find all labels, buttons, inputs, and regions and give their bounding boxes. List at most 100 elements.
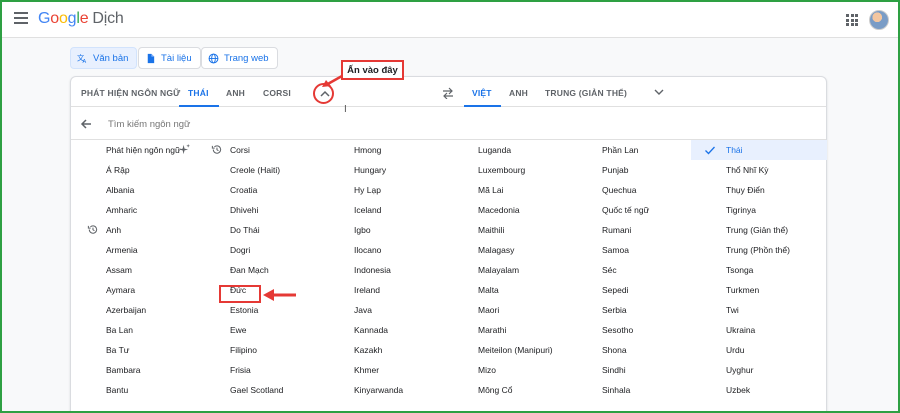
language-item[interactable]: Sindhi <box>567 360 691 380</box>
tab-source-thai[interactable]: THÁI <box>188 88 209 98</box>
language-item[interactable]: Kinyarwanda <box>319 380 443 400</box>
language-item[interactable]: Aymara <box>71 280 195 300</box>
language-item[interactable]: Creole (Haiti) <box>195 160 319 180</box>
language-item[interactable]: Mã Lai <box>443 180 567 200</box>
language-item-selected[interactable]: Thái <box>691 140 827 160</box>
language-item[interactable]: Gael Scotland <box>195 380 319 400</box>
language-item[interactable]: Á Rập <box>71 160 195 180</box>
tab-source-english[interactable]: ANH <box>226 88 245 98</box>
language-item[interactable]: Dogri <box>195 240 319 260</box>
language-item[interactable]: Phần Lan <box>567 140 691 160</box>
language-item[interactable]: Luganda <box>443 140 567 160</box>
language-item[interactable]: Uyghur <box>691 360 827 380</box>
apps-grid-icon[interactable] <box>846 14 858 26</box>
language-label: Tigrinya <box>726 205 756 215</box>
language-item[interactable]: Luxembourg <box>443 160 567 180</box>
language-item[interactable]: Hmong <box>319 140 443 160</box>
language-item[interactable]: Phát hiện ngôn ngữ <box>71 140 195 160</box>
language-item[interactable]: Rumani <box>567 220 691 240</box>
language-item[interactable]: Ireland <box>319 280 443 300</box>
language-item[interactable]: Ba Tư <box>71 340 195 360</box>
language-item[interactable]: Trung (Phồn thể) <box>691 240 827 260</box>
language-item[interactable]: Sesotho <box>567 320 691 340</box>
language-item[interactable]: Macedonia <box>443 200 567 220</box>
history-icon <box>87 225 98 234</box>
language-item[interactable]: Khmer <box>319 360 443 380</box>
language-item[interactable]: Croatia <box>195 180 319 200</box>
language-item[interactable]: Kannada <box>319 320 443 340</box>
language-item[interactable]: Malta <box>443 280 567 300</box>
menu-icon[interactable] <box>14 12 28 24</box>
language-item[interactable]: Sinhala <box>567 380 691 400</box>
language-item[interactable]: Shona <box>567 340 691 360</box>
language-item[interactable]: Serbia <box>567 300 691 320</box>
language-item[interactable]: Assam <box>71 260 195 280</box>
language-item[interactable]: Azerbaijan <box>71 300 195 320</box>
language-item[interactable]: Tsonga <box>691 260 827 280</box>
app-logo[interactable]: Google Dịch <box>38 10 124 28</box>
language-item[interactable]: Samoa <box>567 240 691 260</box>
language-item[interactable]: Filipino <box>195 340 319 360</box>
language-item[interactable]: Ba Lan <box>71 320 195 340</box>
language-item[interactable]: Séc <box>567 260 691 280</box>
language-item[interactable]: Tigrinya <box>691 200 827 220</box>
language-item[interactable]: Ewe <box>195 320 319 340</box>
language-item[interactable]: Twi <box>691 300 827 320</box>
tab-detect-language[interactable]: PHÁT HIỆN NGÔN NGỮ <box>81 88 180 98</box>
tab-source-corsi[interactable]: CORSI <box>263 88 291 98</box>
language-item[interactable]: Maithili <box>443 220 567 240</box>
tab-target-english[interactable]: ANH <box>509 88 528 98</box>
language-item[interactable]: Mông Cổ <box>443 380 567 400</box>
language-item[interactable]: Thụy Điển <box>691 180 827 200</box>
tab-target-vietnamese[interactable]: VIỆT <box>472 88 492 98</box>
tab-target-chinese-simplified[interactable]: TRUNG (GIẢN THỂ) <box>545 88 627 98</box>
language-item[interactable]: Đan Mạch <box>195 260 319 280</box>
language-item[interactable]: Kazakh <box>319 340 443 360</box>
language-item[interactable]: Meiteilon (Manipuri) <box>443 340 567 360</box>
mode-text-button[interactable]: 文 A Văn bản <box>70 47 138 69</box>
language-item[interactable]: Uzbek <box>691 380 827 400</box>
language-item[interactable]: Marathi <box>443 320 567 340</box>
language-item[interactable]: Dhivehi <box>195 200 319 220</box>
language-item[interactable]: Anh <box>71 220 195 240</box>
language-label: Ilocano <box>354 245 382 255</box>
language-item[interactable]: Bantu <box>71 380 195 400</box>
language-item[interactable]: Hungary <box>319 160 443 180</box>
language-item[interactable]: Do Thái <box>195 220 319 240</box>
language-item[interactable]: Ilocano <box>319 240 443 260</box>
swap-languages-icon[interactable] <box>441 87 455 99</box>
mode-website-button[interactable]: Trang web <box>201 47 278 69</box>
language-item[interactable]: Estonia <box>195 300 319 320</box>
language-item[interactable]: Igbo <box>319 220 443 240</box>
language-item[interactable]: Quốc tế ngữ <box>567 200 691 220</box>
language-item[interactable]: Java <box>319 300 443 320</box>
chevron-down-icon[interactable] <box>653 86 665 98</box>
language-item[interactable]: Thổ Nhĩ Kỳ <box>691 160 827 180</box>
language-item[interactable]: Amharic <box>71 200 195 220</box>
language-item[interactable]: Indonesia <box>319 260 443 280</box>
language-item[interactable]: Urdu <box>691 340 827 360</box>
back-arrow-icon[interactable] <box>79 117 93 131</box>
language-item[interactable]: Malagasy <box>443 240 567 260</box>
language-item[interactable]: Bambara <box>71 360 195 380</box>
avatar[interactable] <box>869 10 889 30</box>
language-item[interactable]: Quechua <box>567 180 691 200</box>
mode-document-button[interactable]: Tài liệu <box>138 47 201 69</box>
annotation-box <box>219 285 261 303</box>
language-item[interactable]: Malayalam <box>443 260 567 280</box>
language-item[interactable]: Maori <box>443 300 567 320</box>
language-item[interactable]: Albania <box>71 180 195 200</box>
language-item[interactable]: Ukraina <box>691 320 827 340</box>
language-search-input[interactable] <box>108 119 408 130</box>
language-item[interactable]: Turkmen <box>691 280 827 300</box>
language-item[interactable]: Armenia <box>71 240 195 260</box>
language-item[interactable]: Hy Lạp <box>319 180 443 200</box>
language-item[interactable]: Punjab <box>567 160 691 180</box>
language-item[interactable]: Iceland <box>319 200 443 220</box>
language-label: Khmer <box>354 365 380 375</box>
language-item[interactable]: Corsi <box>195 140 319 160</box>
language-item[interactable]: Mizo <box>443 360 567 380</box>
language-item[interactable]: Frisia <box>195 360 319 380</box>
language-item[interactable]: Sepedi <box>567 280 691 300</box>
language-item[interactable]: Trung (Giản thể) <box>691 220 827 240</box>
